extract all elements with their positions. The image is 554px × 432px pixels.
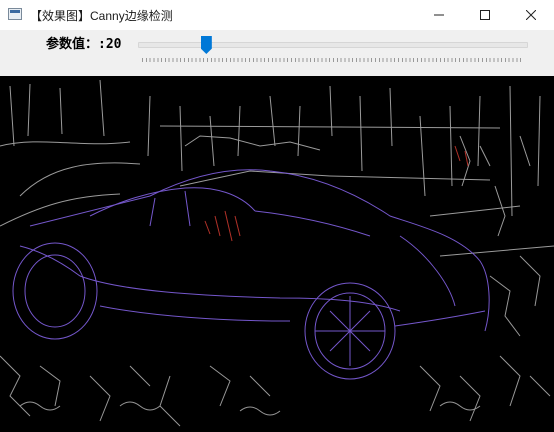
- canny-edge-image: [0, 79, 554, 427]
- maximize-icon: [480, 10, 490, 20]
- param-label: 参数值：:20: [46, 37, 122, 52]
- trackbar-panel: 参数值：:20: [0, 30, 554, 76]
- canny-window: 【效果图】Canny边缘检测 参数值：:20: [0, 0, 554, 432]
- window-title: 【效果图】Canny边缘检测: [30, 9, 173, 23]
- slider-ticks: [142, 58, 524, 62]
- minimize-button[interactable]: [416, 0, 462, 30]
- edge-image: [0, 76, 554, 432]
- app-icon: [8, 8, 22, 20]
- close-icon: [526, 10, 536, 20]
- close-button[interactable]: [508, 0, 554, 30]
- slider-track[interactable]: [138, 42, 528, 48]
- slider-thumb[interactable]: [200, 36, 212, 54]
- title-bar[interactable]: 【效果图】Canny边缘检测: [0, 0, 554, 30]
- minimize-icon: [434, 14, 444, 16]
- threshold-slider[interactable]: [138, 36, 528, 62]
- maximize-button[interactable]: [462, 0, 508, 30]
